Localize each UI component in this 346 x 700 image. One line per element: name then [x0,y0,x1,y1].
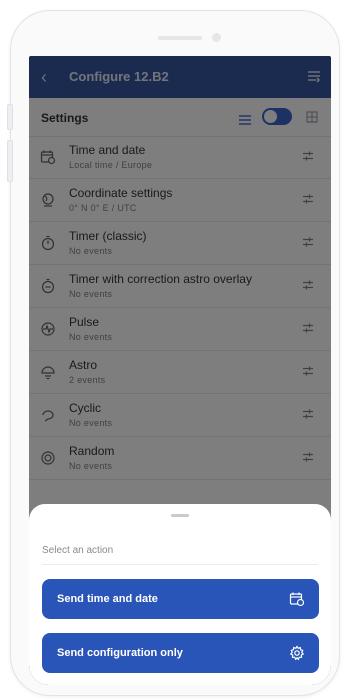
calendar-clock-icon [289,591,305,612]
list-view-icon[interactable] [239,112,251,130]
list-item[interactable]: Astro 2 events [29,351,331,394]
list-menu-icon[interactable] [307,69,321,88]
list-item-title: Pulse [69,315,100,329]
calendar-clock-icon [40,149,56,165]
divider [42,564,318,565]
gear-icon [289,645,305,666]
adjust-icon[interactable] [302,321,314,339]
timer-astro-icon [40,278,56,294]
stopwatch-icon [40,235,56,251]
list-item-title: Cyclic [69,401,101,415]
adjust-icon[interactable] [302,450,314,468]
list-item-subtitle: No events [69,289,113,299]
page-title: Configure 12.B2 [69,69,169,84]
list-item[interactable]: Random No events [29,437,331,480]
adjust-icon[interactable] [302,407,314,425]
list-item-subtitle: No events [69,418,113,428]
list-item-title: Timer with correction astro overlay [69,272,252,286]
settings-toggle[interactable] [262,108,292,125]
list-item-subtitle: Local time / Europe [69,160,153,170]
list-item[interactable]: Timer (classic) No events [29,222,331,265]
front-camera [212,33,221,42]
cyclic-icon [40,407,56,423]
list-item[interactable]: Time and date Local time / Europe [29,136,331,179]
send-time-date-button[interactable]: Send time and date [42,579,319,619]
phone-side-button [7,104,13,130]
button-label: Send configuration only [57,647,183,659]
app-screen: ‹ Configure 12.B2 Settings Time and date… [29,56,331,685]
settings-header: Settings [29,98,331,137]
list-item-subtitle: No events [69,332,113,342]
send-configuration-button[interactable]: Send configuration only [42,633,319,673]
adjust-icon[interactable] [302,364,314,382]
list-item[interactable]: Coordinate settings 0° N 0° E / UTC [29,179,331,222]
back-arrow-icon[interactable]: ‹ [41,67,57,87]
grid-view-icon[interactable] [306,110,318,128]
globe-icon [40,192,56,208]
list-item-title: Timer (classic) [69,229,147,243]
list-item[interactable]: Timer with correction astro overlay No e… [29,265,331,308]
speaker-grille [158,36,202,40]
phone-side-button [7,140,13,182]
random-icon [40,450,56,466]
list-item-subtitle: No events [69,461,113,471]
list-item-subtitle: 2 events [69,375,106,385]
list-item-title: Astro [69,358,98,372]
app-bar: ‹ Configure 12.B2 [29,56,331,98]
adjust-icon[interactable] [302,278,314,296]
action-sheet: Select an action Send time and date Send… [29,504,331,685]
list-item-subtitle: No events [69,246,113,256]
list-item-title: Time and date [69,143,146,157]
action-sheet-label: Select an action [42,545,114,556]
toggle-knob [264,110,277,123]
list-item[interactable]: Cyclic No events [29,394,331,437]
button-label: Send time and date [57,593,158,605]
astro-icon [40,364,56,380]
adjust-icon[interactable] [302,192,314,210]
adjust-icon[interactable] [302,149,314,167]
settings-label: Settings [41,111,89,125]
phone-notch [0,0,346,60]
pulse-icon [40,321,56,337]
list-item-subtitle: 0° N 0° E / UTC [69,203,137,213]
list-item[interactable]: Pulse No events [29,308,331,351]
list-item-title: Random [69,444,115,458]
list-item-title: Coordinate settings [69,186,173,200]
drag-handle[interactable] [171,514,189,517]
adjust-icon[interactable] [302,235,314,253]
